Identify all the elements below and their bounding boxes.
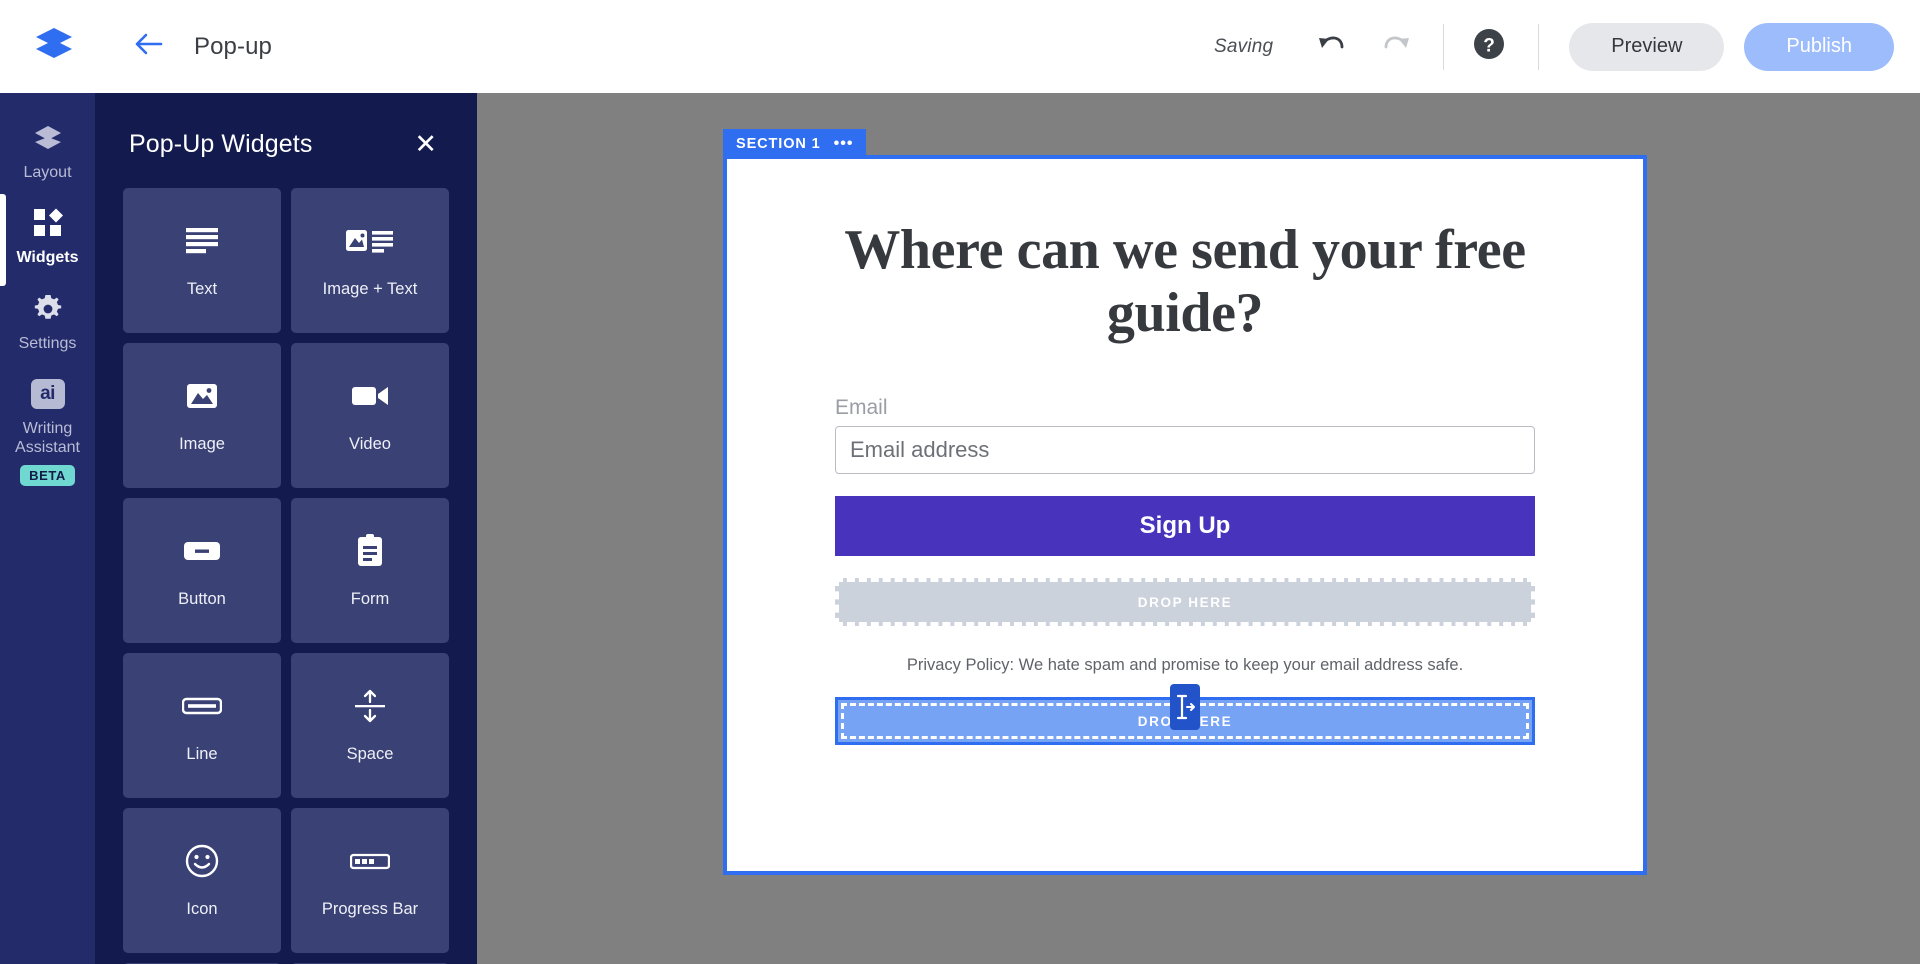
undo-icon (1316, 31, 1348, 62)
publish-button[interactable]: Publish (1744, 22, 1894, 71)
undo-button[interactable] (1309, 24, 1355, 70)
widget-label: Image (179, 435, 225, 453)
beta-badge: BETA (20, 464, 75, 486)
widget-label: Line (186, 745, 218, 763)
widgets-panel-title: Pop-Up Widgets (129, 130, 313, 158)
editor-canvas: SECTION 1 ••• Where can we send your fre… (477, 93, 1920, 964)
layers-icon (33, 121, 63, 155)
drop-zone-idle[interactable]: DROP HERE (835, 578, 1535, 627)
widget-tile-line[interactable]: Line (123, 653, 281, 798)
headline-text: Where can we send your free guide? (844, 219, 1526, 344)
sidebar-item-label: Widgets (16, 249, 79, 267)
back-button[interactable] (128, 27, 168, 67)
page-title: Pop-up (194, 32, 272, 60)
sidebar-item-writing-assistant[interactable]: ai Writing Assistant BETA (0, 363, 95, 496)
widget-grid: Text Image + Text Image Video Button For… (95, 188, 477, 964)
widgets-grid-icon (33, 206, 63, 240)
widget-tile-text[interactable]: Text (123, 188, 281, 333)
widget-label: Image + Text (322, 280, 418, 298)
widget-tile-video[interactable]: Video (291, 343, 449, 488)
widget-label: Space (346, 745, 394, 763)
button-icon (183, 528, 221, 574)
widget-label: Form (350, 590, 390, 608)
svg-text:?: ? (1483, 36, 1495, 57)
section-block[interactable]: SECTION 1 ••• Where can we send your fre… (723, 129, 1647, 875)
back-arrow-icon (133, 31, 163, 62)
toolbar-divider-1 (1443, 23, 1445, 70)
layers-logo-icon (34, 26, 74, 67)
widget-label: Button (178, 590, 226, 608)
sidebar-item-settings[interactable]: Settings (0, 278, 95, 363)
section-tag-label: SECTION 1 (736, 136, 821, 152)
privacy-policy-text: Privacy Policy: We hate spam and promise… (906, 656, 1464, 675)
top-toolbar: Pop-up Saving ? Preview Publish (0, 0, 1920, 93)
progress-bar-icon (350, 838, 390, 884)
preview-button[interactable]: Preview (1569, 22, 1725, 71)
widget-label: Progress Bar (321, 900, 419, 918)
saving-status: Saving (1213, 35, 1274, 57)
smiley-face-icon (185, 838, 219, 884)
text-lines-icon (184, 218, 220, 264)
line-divider-icon (182, 683, 222, 729)
space-arrows-icon (353, 683, 387, 729)
sidebar-item-widgets[interactable]: Widgets (0, 192, 95, 287)
sidebar-item-label: Layout (23, 164, 72, 181)
toolbar-divider-2 (1538, 23, 1540, 70)
widget-tile-progress-bar[interactable]: Progress Bar (291, 808, 449, 953)
toolbar-actions: Saving ? Preview Publish (1213, 22, 1894, 71)
sidebar-item-label: Settings (18, 334, 77, 352)
email-field-label: Email (835, 396, 888, 420)
widget-label: Icon (186, 900, 218, 918)
email-input[interactable] (835, 426, 1535, 475)
help-button[interactable]: ? (1466, 24, 1512, 70)
workspace: Layout Widgets Settings ai Writing Assis… (0, 93, 1920, 964)
widget-tile-icon[interactable]: Icon (123, 808, 281, 953)
widget-tile-form[interactable]: Form (291, 498, 449, 643)
redo-icon (1380, 31, 1412, 62)
sidebar-item-layout[interactable]: Layout (0, 107, 95, 192)
ellipsis-icon[interactable]: ••• (834, 136, 854, 151)
clipboard-form-icon (355, 528, 385, 574)
widgets-panel-header: Pop-Up Widgets ✕ (95, 93, 477, 188)
app-root: Pop-up Saving ? Preview Publish Layout W… (0, 0, 1920, 964)
drop-zone-active[interactable]: DROP HERE (835, 684, 1535, 746)
widget-label: Text (186, 280, 218, 298)
image-icon (185, 373, 219, 419)
section-content: Where can we send your free guide? Email… (727, 159, 1643, 746)
app-logo[interactable] (26, 26, 82, 67)
signup-button[interactable]: Sign Up (835, 496, 1535, 557)
video-camera-icon (351, 373, 389, 419)
widget-tile-image-text[interactable]: Image + Text (291, 188, 449, 333)
gear-icon (34, 292, 62, 326)
image-text-icon (345, 218, 395, 264)
widgets-panel: Pop-Up Widgets ✕ Text Image + Text Image… (95, 93, 477, 964)
left-nav-rail: Layout Widgets Settings ai Writing Assis… (0, 93, 95, 964)
close-icon[interactable]: ✕ (408, 129, 443, 160)
ai-badge-icon: ai (30, 377, 65, 411)
widget-tile-image[interactable]: Image (123, 343, 281, 488)
section-tag[interactable]: SECTION 1 ••• (723, 129, 867, 159)
widget-tile-button[interactable]: Button (123, 498, 281, 643)
widget-label: Video (349, 435, 391, 453)
sidebar-item-label: Writing Assistant (15, 420, 80, 456)
redo-button[interactable] (1373, 24, 1419, 70)
widget-tile-space[interactable]: Space (291, 653, 449, 798)
drag-move-cursor-icon (1170, 684, 1200, 731)
help-circle-icon: ? (1472, 27, 1506, 66)
